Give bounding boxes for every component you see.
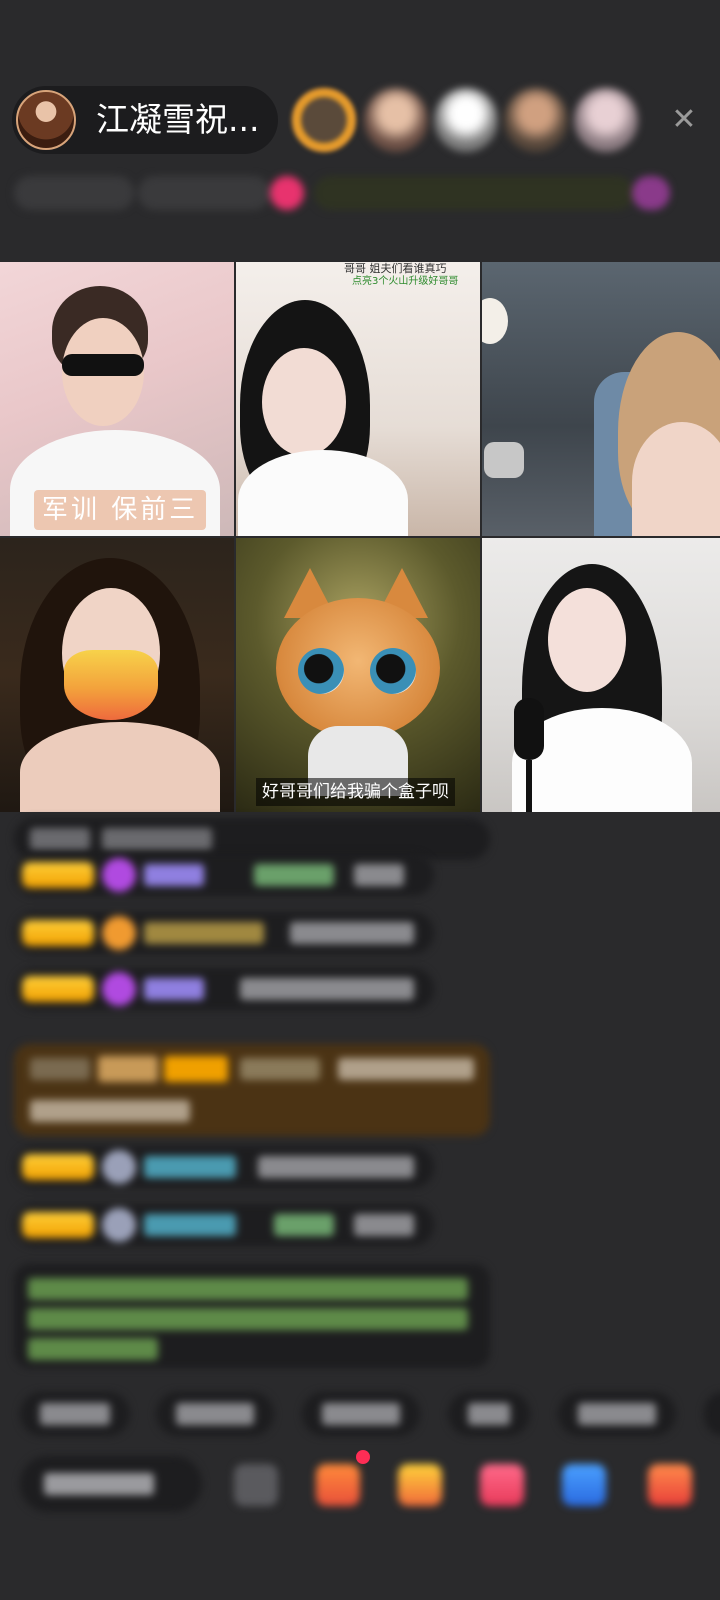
chat-text [274, 1214, 334, 1236]
quick-reply-button[interactable] [558, 1392, 676, 1436]
chat-username [144, 978, 204, 1000]
cat-eye [370, 648, 416, 694]
chat-username [144, 1214, 236, 1236]
quick-reply-row [0, 1386, 720, 1442]
info-chip[interactable] [314, 176, 634, 210]
chat-message[interactable] [14, 1204, 434, 1246]
chat-text [102, 828, 212, 850]
info-chip[interactable] [14, 176, 134, 210]
viewer-avatar[interactable] [504, 88, 568, 152]
system-notice [14, 1264, 490, 1368]
chat-username [144, 922, 264, 944]
more-icon[interactable] [648, 1464, 692, 1506]
avatar [102, 1208, 136, 1242]
chat-text [354, 864, 404, 886]
video-grid: 军训 保前三 哥哥 姐夫们看谁真巧 点亮3个火山升级好哥哥 好哥哥们给我骗个盒子… [0, 262, 720, 812]
chat-message[interactable] [14, 1146, 434, 1188]
face-mask [64, 650, 158, 720]
close-icon[interactable]: ✕ [668, 104, 700, 136]
chat-message[interactable] [14, 854, 434, 896]
host-avatar[interactable] [16, 90, 76, 150]
notice-text [28, 1338, 158, 1360]
chat-text [30, 1100, 190, 1122]
gift-icon[interactable] [480, 1464, 524, 1506]
streamer-face [262, 348, 346, 456]
gem-icon [102, 972, 136, 1006]
video-tile[interactable]: 好哥哥们给我骗个盒子呗 [236, 538, 480, 812]
avatar [102, 1150, 136, 1184]
chat-username [144, 1156, 236, 1178]
chat-text [258, 1156, 414, 1178]
viewer-avatar[interactable] [364, 88, 428, 152]
chat-text [338, 1058, 474, 1080]
viewer-avatar[interactable] [574, 88, 638, 152]
level-badge [22, 920, 94, 946]
microphone-icon [484, 442, 524, 478]
chat-input[interactable] [20, 1456, 202, 1512]
info-chip[interactable] [138, 176, 270, 210]
level-badge [98, 1056, 158, 1082]
chat-username [240, 1058, 320, 1080]
viewer-avatar[interactable] [292, 88, 356, 152]
video-tile[interactable] [482, 262, 720, 536]
quick-reply-button[interactable] [448, 1392, 530, 1436]
cat-eye [298, 648, 344, 694]
share-icon[interactable] [562, 1464, 606, 1506]
tile-banner: 哥哥 姐夫们看谁真巧 [344, 262, 447, 275]
notice-text [28, 1308, 468, 1330]
info-chip[interactable] [270, 176, 304, 210]
gem-icon [102, 858, 136, 892]
level-badge [22, 862, 94, 888]
viewer-avatar[interactable] [434, 88, 498, 152]
host-name: 江凝雪祝... [96, 100, 260, 139]
info-chip[interactable] [632, 176, 670, 210]
tile-caption: 军训 保前三 [34, 490, 207, 530]
quick-reply-button[interactable] [704, 1392, 720, 1436]
mic-stand [526, 760, 532, 812]
sunglasses-icon [62, 354, 144, 376]
level-badge [22, 1212, 94, 1238]
host-info-pill[interactable]: 江凝雪祝... [12, 86, 278, 154]
chat-text [254, 864, 334, 886]
streamer-body [20, 722, 220, 812]
chat-username [144, 864, 204, 886]
tile-subtitle: 好哥哥们给我骗个盒子呗 [256, 778, 455, 806]
notice-text [28, 1278, 468, 1300]
video-tile[interactable] [0, 538, 234, 812]
streamer-body [238, 450, 408, 536]
chat-message[interactable] [14, 968, 434, 1010]
chat-text [30, 828, 90, 850]
streamer-face [548, 588, 626, 692]
gift-box-icon[interactable] [316, 1464, 360, 1506]
video-tile[interactable]: 哥哥 姐夫们看谁真巧 点亮3个火山升级好哥哥 [236, 262, 480, 536]
level-badge [22, 976, 94, 1002]
level-badge [164, 1056, 228, 1082]
highlight-message[interactable] [14, 1044, 490, 1136]
quick-reply-button[interactable] [302, 1392, 420, 1436]
quick-reply-button[interactable] [156, 1392, 274, 1436]
tile-banner: 点亮3个火山升级好哥哥 [352, 276, 459, 287]
badge-icon [102, 916, 136, 950]
chat-text [240, 978, 414, 1000]
video-tile[interactable] [482, 538, 720, 812]
chat-text [354, 1214, 414, 1236]
chat-text [30, 1058, 90, 1080]
emoji-icon[interactable] [234, 1464, 278, 1506]
wallet-icon[interactable] [398, 1464, 442, 1506]
quick-reply-button[interactable] [20, 1392, 130, 1436]
level-badge [22, 1154, 94, 1180]
notification-dot [356, 1450, 370, 1464]
studio-lamp [482, 298, 508, 344]
microphone-icon [514, 698, 544, 760]
video-tile[interactable]: 军训 保前三 [0, 262, 234, 536]
chat-text [290, 922, 414, 944]
chat-message[interactable] [14, 912, 434, 954]
stream-info-row [14, 170, 706, 216]
